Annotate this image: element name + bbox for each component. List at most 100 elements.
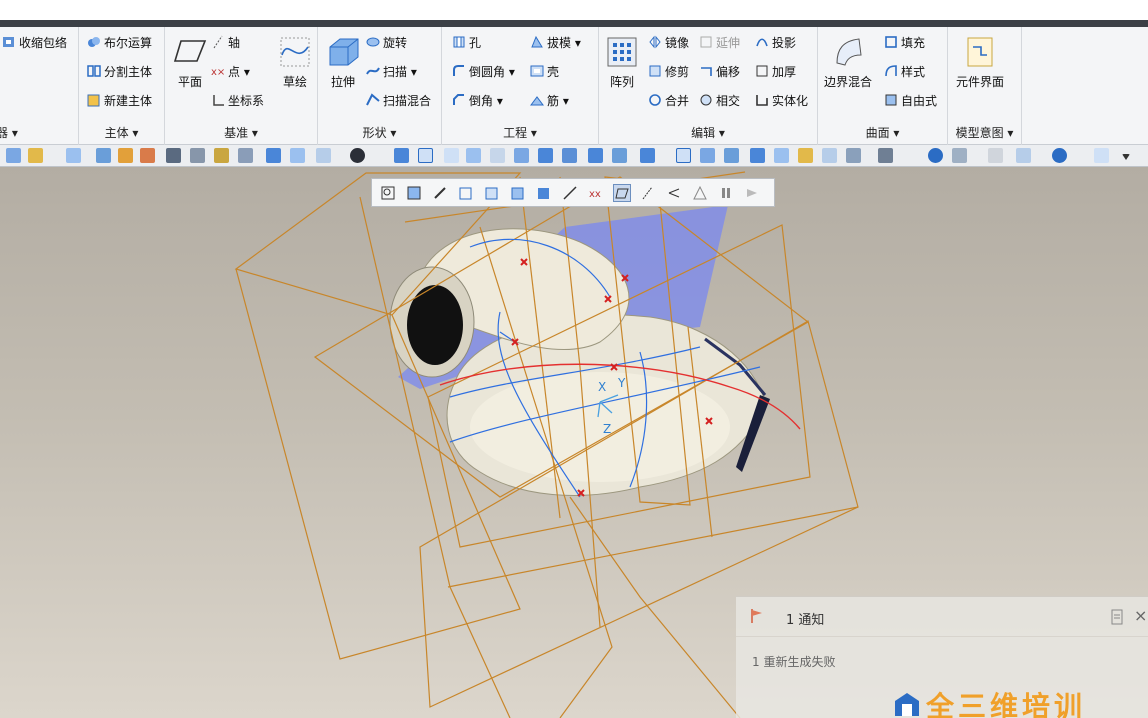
- new-body-button[interactable]: 新建主体: [87, 89, 152, 111]
- extrude-button[interactable]: 拉伸: [326, 35, 360, 90]
- csys-button[interactable]: 坐标系: [211, 89, 264, 111]
- draft-check-icon[interactable]: [798, 148, 813, 163]
- zoom-out-icon[interactable]: [432, 185, 448, 201]
- revolve-toolbar-icon[interactable]: [290, 148, 305, 163]
- sketch-button[interactable]: 草绘: [278, 35, 312, 90]
- chamfer-button[interactable]: 倒角 ▾: [452, 89, 503, 111]
- group-label-surfaces[interactable]: 曲面 ▾: [818, 124, 947, 141]
- sweep-toolbar-icon[interactable]: [316, 148, 331, 163]
- swept-blend-button[interactable]: 扫描混合: [366, 89, 431, 111]
- refit-icon[interactable]: [458, 185, 474, 201]
- point-toolbar-icon[interactable]: [538, 148, 553, 163]
- rib-button[interactable]: 筋 ▾: [530, 89, 569, 111]
- trim-button[interactable]: 修剪: [648, 60, 689, 82]
- sketch-toolbar-icon[interactable]: [490, 148, 505, 163]
- merge-button[interactable]: 合并: [648, 89, 689, 111]
- close-toolbar-icon[interactable]: [988, 148, 1003, 163]
- hole-toolbar-icon[interactable]: [1016, 148, 1031, 163]
- axis-button[interactable]: 轴: [211, 31, 240, 53]
- group-label-datum[interactable]: 基准 ▾: [165, 124, 317, 141]
- intersect-button[interactable]: 相交: [699, 89, 740, 111]
- round-button[interactable]: 倒圆角 ▾: [452, 60, 515, 82]
- customize-icon[interactable]: [1094, 148, 1109, 163]
- rib-toolbar-icon[interactable]: [96, 148, 111, 163]
- undo-history-icon[interactable]: [140, 148, 155, 163]
- spin-center-icon[interactable]: [692, 185, 708, 201]
- repaint-icon[interactable]: [484, 185, 500, 201]
- group-label-editing[interactable]: 编辑 ▾: [599, 124, 817, 141]
- solidify-button[interactable]: 实体化: [755, 89, 808, 111]
- fill-toolbar-icon[interactable]: [822, 148, 837, 163]
- plane-display-icon[interactable]: [613, 184, 631, 202]
- style-button[interactable]: 样式: [884, 60, 925, 82]
- axis-display-icon[interactable]: [640, 185, 656, 201]
- plane-button[interactable]: 平面: [173, 35, 207, 90]
- mirror-button[interactable]: 镜像: [648, 31, 689, 53]
- zoom-in-icon[interactable]: [406, 185, 422, 201]
- boolean-button[interactable]: 布尔运算: [87, 31, 152, 53]
- split-body-button[interactable]: 分割主体: [87, 60, 152, 82]
- next-icon[interactable]: [744, 185, 760, 201]
- sweep-button[interactable]: 扫描 ▾: [366, 60, 417, 82]
- freestyle-button[interactable]: 自由式: [884, 89, 937, 111]
- thicken-toolbar-icon[interactable]: [774, 148, 789, 163]
- notification-message[interactable]: 1 重新生成失败: [752, 653, 835, 670]
- wireframe-icon[interactable]: [612, 148, 627, 163]
- active-view-icon[interactable]: [418, 148, 433, 163]
- merge-toolbar-icon[interactable]: [700, 148, 715, 163]
- display-style-icon[interactable]: [536, 185, 552, 201]
- close-notification-button[interactable]: ×: [1134, 606, 1147, 625]
- hole-button[interactable]: 孔: [452, 31, 481, 53]
- graphics-viewport[interactable]: X Y Z xx 1 通知 × 1 重新生成失败 全三维培训: [0, 167, 1148, 718]
- point-button[interactable]: x× 点 ▾: [211, 60, 250, 82]
- boundary-toolbar-icon[interactable]: [676, 148, 691, 163]
- group-label-body[interactable]: 主体 ▾: [79, 124, 164, 141]
- extend-button[interactable]: 延伸: [699, 31, 740, 53]
- hidden-line-icon[interactable]: [640, 148, 655, 163]
- shade-icon[interactable]: [588, 148, 603, 163]
- layers-icon[interactable]: [952, 148, 967, 163]
- shell-toolbar-icon[interactable]: [66, 148, 81, 163]
- overflow-chevron-icon[interactable]: [1122, 154, 1130, 160]
- document-icon[interactable]: [1110, 609, 1124, 625]
- pause-icon[interactable]: [718, 185, 734, 201]
- shrinkwrap-button[interactable]: 收缩包络: [2, 31, 67, 53]
- regenerate-icon[interactable]: [6, 148, 21, 163]
- fill-button[interactable]: 填充: [884, 31, 925, 53]
- annotation-display-icon[interactable]: [666, 185, 682, 201]
- group-label-model[interactable]: 器 ▾: [0, 124, 78, 141]
- project-button[interactable]: 投影: [755, 31, 796, 53]
- revolve-button[interactable]: 旋转: [366, 31, 407, 53]
- copy-icon[interactable]: [214, 148, 229, 163]
- group-label-shapes[interactable]: 形状 ▾: [318, 124, 441, 141]
- group-label-model-intent[interactable]: 模型意图 ▾: [948, 124, 1021, 141]
- pattern-toolbar-icon[interactable]: [846, 148, 861, 163]
- offset-button[interactable]: 偏移: [699, 60, 740, 82]
- datum-display-icon[interactable]: xx: [588, 185, 604, 201]
- open-folder-icon[interactable]: [118, 148, 133, 163]
- save-as-icon[interactable]: [190, 148, 205, 163]
- draft-button[interactable]: 拔模 ▾: [530, 31, 581, 53]
- solidify-toolbar-icon[interactable]: [750, 148, 765, 163]
- sphere-icon[interactable]: [350, 148, 365, 163]
- appearance-icon[interactable]: [928, 148, 943, 163]
- coordinate-toolbar-icon[interactable]: [562, 148, 577, 163]
- round-toolbar-icon[interactable]: [394, 148, 409, 163]
- thicken-button[interactable]: 加厚: [755, 60, 796, 82]
- component-interface-button[interactable]: 元件界面: [956, 35, 1004, 90]
- trim-toolbar-icon[interactable]: [724, 148, 739, 163]
- properties-icon[interactable]: [238, 148, 253, 163]
- boundary-blend-button[interactable]: 边界混合: [824, 35, 872, 90]
- plane-toolbar-icon[interactable]: [444, 148, 459, 163]
- curve-icon[interactable]: [514, 148, 529, 163]
- scene-icon[interactable]: [1052, 148, 1067, 163]
- save-icon[interactable]: [166, 148, 181, 163]
- saved-orientations-icon[interactable]: [510, 185, 526, 201]
- measure-icon[interactable]: [466, 148, 481, 163]
- shell-button[interactable]: 壳: [530, 60, 559, 82]
- zoom-icon[interactable]: [380, 185, 396, 201]
- extrude-toolbar-icon[interactable]: [266, 148, 281, 163]
- draft-toolbar-icon[interactable]: [28, 148, 43, 163]
- view-manager-icon[interactable]: [878, 148, 893, 163]
- perspective-icon[interactable]: [562, 185, 578, 201]
